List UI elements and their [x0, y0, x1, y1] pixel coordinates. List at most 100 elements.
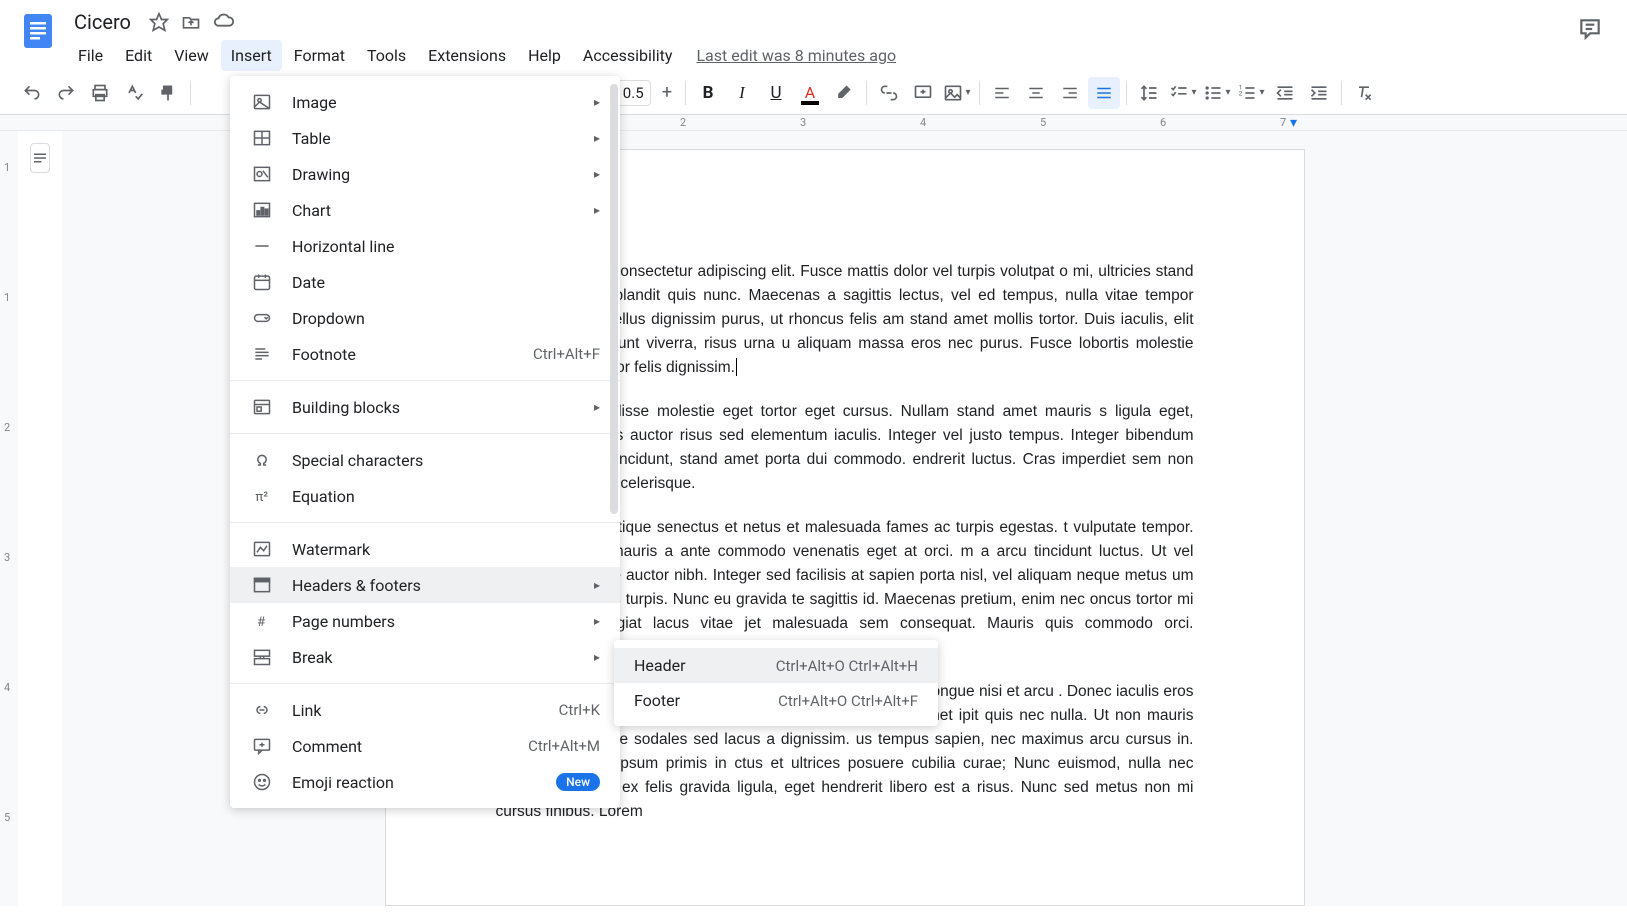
menu-extensions[interactable]: Extensions	[418, 40, 516, 71]
menu-item-label: Page numbers	[292, 612, 586, 631]
menu-item-emoji-reaction[interactable]: Emoji reactionNew	[230, 764, 620, 800]
menu-format[interactable]: Format	[284, 40, 355, 71]
menu-item-label: Chart	[292, 201, 586, 220]
doc-title[interactable]: Cicero	[68, 8, 137, 36]
menu-item-horizontal-line[interactable]: Horizontal line	[230, 228, 620, 264]
submenu-arrow-icon: ▸	[594, 650, 600, 664]
ruler-tick: 7	[1280, 116, 1286, 129]
submenu-arrow-icon: ▸	[594, 203, 600, 217]
menu-item-equation[interactable]: π² Equation	[230, 478, 620, 514]
menu-item-link[interactable]: LinkCtrl+K	[230, 692, 620, 728]
decrease-indent-button[interactable]	[1269, 77, 1301, 109]
menu-item-page-numbers[interactable]: #Page numbers▸	[230, 603, 620, 639]
undo-button[interactable]	[16, 77, 48, 109]
comments-icon[interactable]	[1577, 16, 1603, 46]
menu-item-label: Building blocks	[292, 398, 586, 417]
header: Cicero FileEditViewInsertFormatToolsExte…	[0, 0, 1627, 71]
menu-item-drawing[interactable]: Drawing▸	[230, 156, 620, 192]
shortcut-label: Ctrl+Alt+F	[533, 345, 600, 363]
comment-icon	[250, 736, 274, 756]
docs-logo[interactable]	[16, 8, 60, 52]
table-icon	[250, 128, 274, 148]
insert-image-button[interactable]: ▾	[941, 77, 973, 109]
menu-item-label: Horizontal line	[292, 237, 600, 256]
submenu-arrow-icon: ▸	[594, 400, 600, 414]
clear-formatting-button[interactable]	[1348, 77, 1380, 109]
paint-format-button[interactable]	[152, 77, 184, 109]
submenu-item-label: Header	[634, 656, 776, 675]
menu-separator	[230, 522, 620, 523]
outline-toggle-icon[interactable]	[30, 143, 50, 173]
watermark-icon	[250, 539, 274, 559]
underline-button[interactable]: U	[760, 77, 792, 109]
insert-link-button[interactable]	[873, 77, 905, 109]
submenu-arrow-icon: ▸	[594, 131, 600, 145]
dropdown-icon	[250, 308, 274, 328]
menu-item-footnote[interactable]: FootnoteCtrl+Alt+F	[230, 336, 620, 372]
print-button[interactable]	[84, 77, 116, 109]
blocks-icon	[250, 397, 274, 417]
submenu-arrow-icon: ▸	[594, 578, 600, 592]
menu-view[interactable]: View	[164, 40, 219, 71]
menu-item-break[interactable]: Break▸	[230, 639, 620, 675]
menu-accessibility[interactable]: Accessibility	[573, 40, 683, 71]
menu-edit[interactable]: Edit	[115, 40, 162, 71]
highlight-button[interactable]	[828, 77, 860, 109]
submenu-arrow-icon: ▸	[594, 95, 600, 109]
menu-item-dropdown[interactable]: Dropdown	[230, 300, 620, 336]
last-edit-link[interactable]: Last edit was 8 minutes ago	[696, 40, 896, 71]
menu-insert[interactable]: Insert	[221, 40, 282, 71]
line-spacing-button[interactable]	[1133, 77, 1165, 109]
pi-icon: π²	[250, 486, 274, 506]
shortcut-label: Ctrl+K	[559, 701, 600, 719]
menu-item-image[interactable]: Image▸	[230, 84, 620, 120]
menu-item-building-blocks[interactable]: Building blocks ▸	[230, 389, 620, 425]
cloud-icon[interactable]	[213, 11, 235, 33]
menu-item-special-characters[interactable]: Special characters	[230, 442, 620, 478]
menu-separator	[230, 683, 620, 684]
menu-item-chart[interactable]: Chart ▸	[230, 192, 620, 228]
font-size-increase[interactable]: +	[655, 81, 679, 105]
menu-item-comment[interactable]: CommentCtrl+Alt+M	[230, 728, 620, 764]
vertical-ruler[interactable]: 112345	[0, 131, 18, 906]
checklist-button[interactable]: ▾	[1167, 77, 1199, 109]
submenu-item-header[interactable]: HeaderCtrl+Alt+O Ctrl+Alt+H	[614, 648, 938, 683]
menu-tools[interactable]: Tools	[357, 40, 416, 71]
ruler-indent-marker[interactable]: ▾	[1290, 115, 1297, 131]
align-right-button[interactable]	[1054, 77, 1086, 109]
menu-item-label: Footnote	[292, 345, 533, 364]
headers-icon	[250, 575, 274, 595]
ruler-tick: 4	[920, 116, 926, 129]
menu-separator	[230, 433, 620, 434]
menu-item-label: Equation	[292, 487, 600, 506]
menu-item-label: Special characters	[292, 451, 600, 470]
spellcheck-button[interactable]	[118, 77, 150, 109]
insert-comment-button[interactable]	[907, 77, 939, 109]
bulleted-list-button[interactable]: ▾	[1201, 77, 1233, 109]
menu-item-date[interactable]: Date	[230, 264, 620, 300]
italic-button[interactable]: I	[726, 77, 758, 109]
menu-item-table[interactable]: Table▸	[230, 120, 620, 156]
bold-button[interactable]: B	[692, 77, 724, 109]
menu-item-watermark[interactable]: Watermark	[230, 531, 620, 567]
align-justify-button[interactable]	[1088, 77, 1120, 109]
align-center-button[interactable]	[1020, 77, 1052, 109]
image-icon	[250, 92, 274, 112]
submenu-item-footer[interactable]: FooterCtrl+Alt+O Ctrl+Alt+F	[614, 683, 938, 718]
menu-help[interactable]: Help	[518, 40, 571, 71]
move-icon[interactable]	[181, 12, 201, 32]
numbered-list-button[interactable]: 12▾	[1235, 77, 1267, 109]
title-area: Cicero FileEditViewInsertFormatToolsExte…	[68, 8, 1569, 71]
menubar: FileEditViewInsertFormatToolsExtensionsH…	[68, 36, 1569, 71]
increase-indent-button[interactable]	[1303, 77, 1335, 109]
insert-menu-dropdown: Image▸Table▸Drawing▸ Chart ▸ Horizontal lin…	[230, 76, 620, 808]
star-icon[interactable]	[149, 12, 169, 32]
menu-item-headers-footers[interactable]: Headers & footers▸	[230, 567, 620, 603]
redo-button[interactable]	[50, 77, 82, 109]
align-left-button[interactable]	[986, 77, 1018, 109]
menu-item-label: Dropdown	[292, 309, 600, 328]
ruler-tick: 5	[4, 811, 10, 824]
text-color-button[interactable]: A	[794, 77, 826, 109]
menu-file[interactable]: File	[68, 40, 113, 71]
ruler-tick: 3	[4, 551, 10, 564]
